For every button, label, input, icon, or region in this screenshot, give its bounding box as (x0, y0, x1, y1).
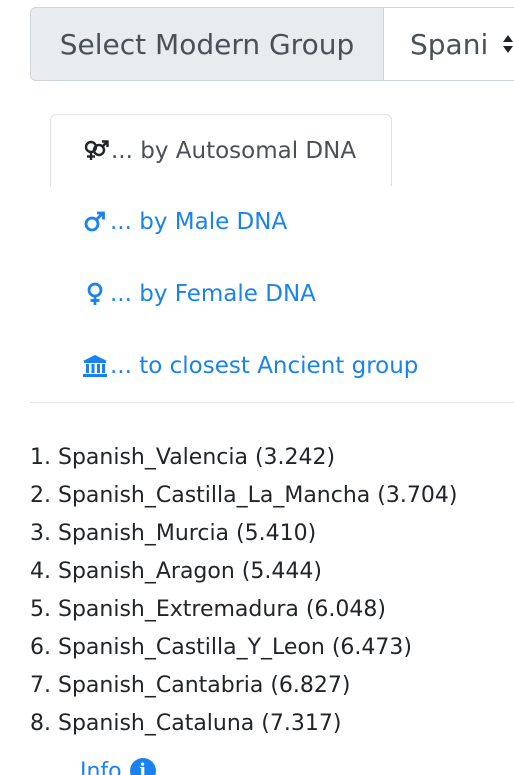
tab-autosomal-dna[interactable]: ... by Autosomal DNA (50, 114, 392, 186)
list-item: 4. Spanish_Aragon (5.444) (30, 559, 322, 584)
modern-group-select[interactable]: Spani (383, 7, 514, 81)
tab-female-dna[interactable]: ... by Female DNA (50, 258, 514, 330)
tab-female-dna-label: ... by Female DNA (110, 281, 316, 307)
list-item: 3. Spanish_Murcia (5.410) (30, 521, 317, 546)
venus-mars-icon (83, 138, 109, 164)
landmark-icon (82, 353, 108, 379)
sort-caret-icon (503, 35, 513, 53)
list-item: 6. Spanish_Castilla_Y_Leon (6.473) (30, 635, 412, 660)
list-item: 7. Spanish_Cantabria (6.827) (30, 673, 351, 698)
list-item: 2. Spanish_Castilla_La_Mancha (3.704) (30, 483, 458, 508)
tab-male-dna[interactable]: ... by Male DNA (50, 186, 514, 258)
comparison-tabs: ... by Autosomal DNA ... by Male DNA ...… (50, 114, 514, 402)
page: Select Modern Group Spani ... by Autosom… (0, 0, 514, 775)
info-link-label: Info (80, 758, 122, 775)
divider (30, 402, 514, 403)
list-item: 8. Spanish_Cataluna (7.317) (30, 711, 342, 736)
info-circle-icon: i (129, 758, 156, 775)
venus-icon (82, 281, 108, 307)
tab-ancient-group-label: ... to closest Ancient group (110, 353, 419, 379)
list-item: 1. Spanish_Valencia (3.242) (30, 445, 336, 470)
tab-autosomal-dna-label: ... by Autosomal DNA (111, 137, 357, 164)
tab-ancient-group[interactable]: ... to closest Ancient group (50, 330, 514, 402)
modern-group-selector: Select Modern Group Spani (30, 7, 514, 81)
results-list: 1. Spanish_Valencia (3.242) 2. Spanish_C… (30, 440, 457, 744)
info-link[interactable]: Info i (80, 758, 156, 775)
mars-icon (82, 209, 108, 235)
list-item: 5. Spanish_Extremadura (6.048) (30, 597, 386, 622)
select-modern-group-label: Select Modern Group (30, 7, 383, 81)
tab-male-dna-label: ... by Male DNA (110, 209, 288, 235)
modern-group-select-value: Spani (410, 27, 489, 61)
